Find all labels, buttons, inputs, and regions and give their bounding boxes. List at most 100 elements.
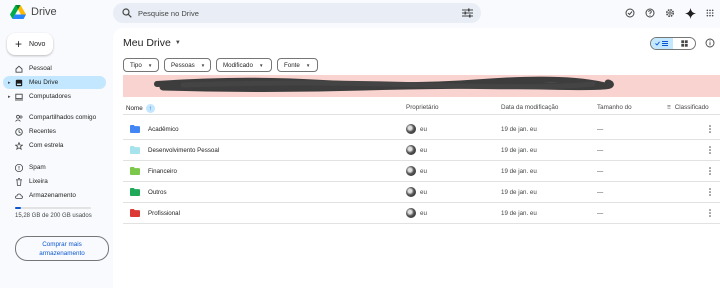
file-name: Outros: [148, 189, 167, 196]
folder-icon: [130, 209, 140, 217]
filter-label: Fonte: [284, 61, 300, 69]
shared-icon: [15, 114, 23, 122]
column-modified-header[interactable]: Data da modificação: [501, 104, 558, 111]
column-owner-header[interactable]: Proprietário: [406, 104, 439, 111]
new-button-label: Novo: [29, 40, 46, 48]
filter-pessoas[interactable]: Pessoas ▼: [164, 58, 211, 72]
search-options-icon[interactable]: [462, 8, 473, 18]
plus-icon: +: [15, 37, 23, 51]
filter-label: Tipo: [130, 61, 142, 69]
table-header: Nome ↑ Proprietário Data da modificação T…: [123, 101, 720, 115]
column-size-header[interactable]: Tamanho do: [597, 104, 632, 111]
sidebar-item-label: Lixeira: [29, 178, 48, 185]
search-bar[interactable]: [113, 3, 481, 23]
help-icon[interactable]: [640, 6, 660, 20]
page-title[interactable]: Meu Drive ▼: [123, 37, 181, 49]
file-name: Acadêmico: [148, 126, 179, 133]
avatar: [406, 166, 416, 176]
offline-status-icon[interactable]: [620, 6, 640, 20]
folder-icon: [130, 188, 140, 196]
info-icon[interactable]: [705, 38, 715, 48]
file-owner: eu: [420, 126, 427, 133]
avatar: [406, 187, 416, 197]
page-title-text: Meu Drive: [123, 37, 171, 49]
sort-ascending-icon[interactable]: ↑: [145, 104, 155, 113]
expand-arrow-icon[interactable]: ▸: [8, 94, 11, 100]
sidebar-item-recentes[interactable]: Recentes: [3, 125, 106, 138]
table-row[interactable]: Outros eu 19 de jan. eu —: [123, 182, 720, 203]
caret-down-icon: ▼: [174, 40, 181, 46]
settings-gear-icon[interactable]: [660, 6, 680, 20]
filter-tipo[interactable]: Tipo ▼: [123, 58, 159, 72]
file-size: —: [597, 210, 604, 217]
column-header-label: Nome: [126, 105, 143, 113]
file-modified: 19 de jan. eu: [501, 210, 537, 217]
avatar: [406, 208, 416, 218]
redaction-scribble: [154, 76, 614, 92]
computer-icon: [15, 93, 23, 101]
sidebar-item-label: Spam: [29, 164, 46, 171]
caret-down-icon: ▼: [147, 62, 153, 68]
file-modified: 19 de jan. eu: [501, 147, 537, 154]
file-modified: 19 de jan. eu: [501, 126, 537, 133]
list-view-button[interactable]: [651, 38, 673, 49]
search-input[interactable]: [138, 6, 438, 20]
search-icon[interactable]: [122, 8, 132, 18]
sort-lines-icon: ≡: [667, 104, 671, 111]
sidebar: + Novo Pessoal ▸ Meu Drive ▸ Computadore…: [0, 28, 113, 288]
more-vert-icon[interactable]: [706, 166, 714, 176]
file-owner: eu: [420, 210, 427, 217]
file-name: Financeiro: [148, 168, 177, 175]
drive-logo[interactable]: Drive: [10, 5, 57, 19]
sidebar-item-compartilhados[interactable]: Compartilhados comigo: [3, 111, 106, 124]
sidebar-item-spam[interactable]: Spam: [3, 161, 106, 174]
filter-fonte[interactable]: Fonte ▼: [277, 58, 318, 72]
sidebar-item-label: Computadores: [29, 93, 71, 100]
clock-icon: [15, 127, 23, 136]
my-drive-icon: [15, 79, 23, 87]
file-owner: eu: [420, 189, 427, 196]
sidebar-item-label: Compartilhados comigo: [29, 114, 97, 121]
table-row[interactable]: Desenvolvimento Pessoal eu 19 de jan. eu…: [123, 140, 720, 161]
folder-icon: [130, 167, 140, 175]
storage-usage-bar: [15, 207, 91, 209]
filter-modificado[interactable]: Modificado ▼: [216, 58, 272, 72]
more-vert-icon[interactable]: [706, 187, 714, 197]
table-row[interactable]: Profissional eu 19 de jan. eu —: [123, 203, 720, 224]
home-icon: [15, 65, 23, 73]
file-owner: eu: [420, 168, 427, 175]
file-size: —: [597, 168, 604, 175]
folder-icon: [130, 146, 140, 154]
grid-view-button[interactable]: [673, 38, 695, 49]
caret-down-icon: ▼: [200, 62, 206, 68]
gemini-spark-icon[interactable]: [680, 6, 700, 20]
caret-down-icon: ▼: [305, 62, 311, 68]
sidebar-item-lixeira[interactable]: Lixeira: [3, 175, 106, 188]
buy-storage-button[interactable]: Comprar mais armazenamento: [15, 236, 109, 261]
more-vert-icon[interactable]: [706, 124, 714, 134]
sort-options-button[interactable]: ≡ Classificado: [667, 104, 709, 111]
trash-icon: [15, 177, 23, 186]
sidebar-item-label: Meu Drive: [29, 79, 59, 86]
grid-view-icon: [680, 40, 688, 47]
file-size: —: [597, 126, 604, 133]
sidebar-item-computadores[interactable]: ▸ Computadores: [3, 90, 106, 103]
sidebar-item-com-estrela[interactable]: Com estrela: [3, 139, 106, 152]
expand-arrow-icon[interactable]: ▸: [8, 80, 11, 86]
more-vert-icon[interactable]: [706, 208, 714, 218]
column-name-header[interactable]: Nome ↑: [126, 104, 155, 113]
more-vert-icon[interactable]: [706, 145, 714, 155]
sidebar-item-meu-drive[interactable]: ▸ Meu Drive: [3, 76, 106, 89]
sidebar-item-label: Armazenamento: [29, 192, 76, 199]
filter-label: Modificado: [223, 61, 253, 69]
table-row[interactable]: Acadêmico eu 19 de jan. eu —: [123, 119, 720, 140]
filter-chips: Tipo ▼ Pessoas ▼ Modificado ▼ Fonte ▼: [123, 58, 318, 72]
new-button[interactable]: + Novo: [7, 33, 53, 55]
apps-grid-icon[interactable]: [700, 6, 720, 20]
sidebar-item-label: Pessoal: [29, 65, 52, 72]
table-row[interactable]: Financeiro eu 19 de jan. eu —: [123, 161, 720, 182]
sidebar-item-pessoal[interactable]: Pessoal: [3, 62, 106, 75]
top-bar: Drive: [0, 0, 720, 28]
sidebar-item-armazenamento[interactable]: Armazenamento: [3, 189, 106, 202]
avatar: [406, 124, 416, 134]
